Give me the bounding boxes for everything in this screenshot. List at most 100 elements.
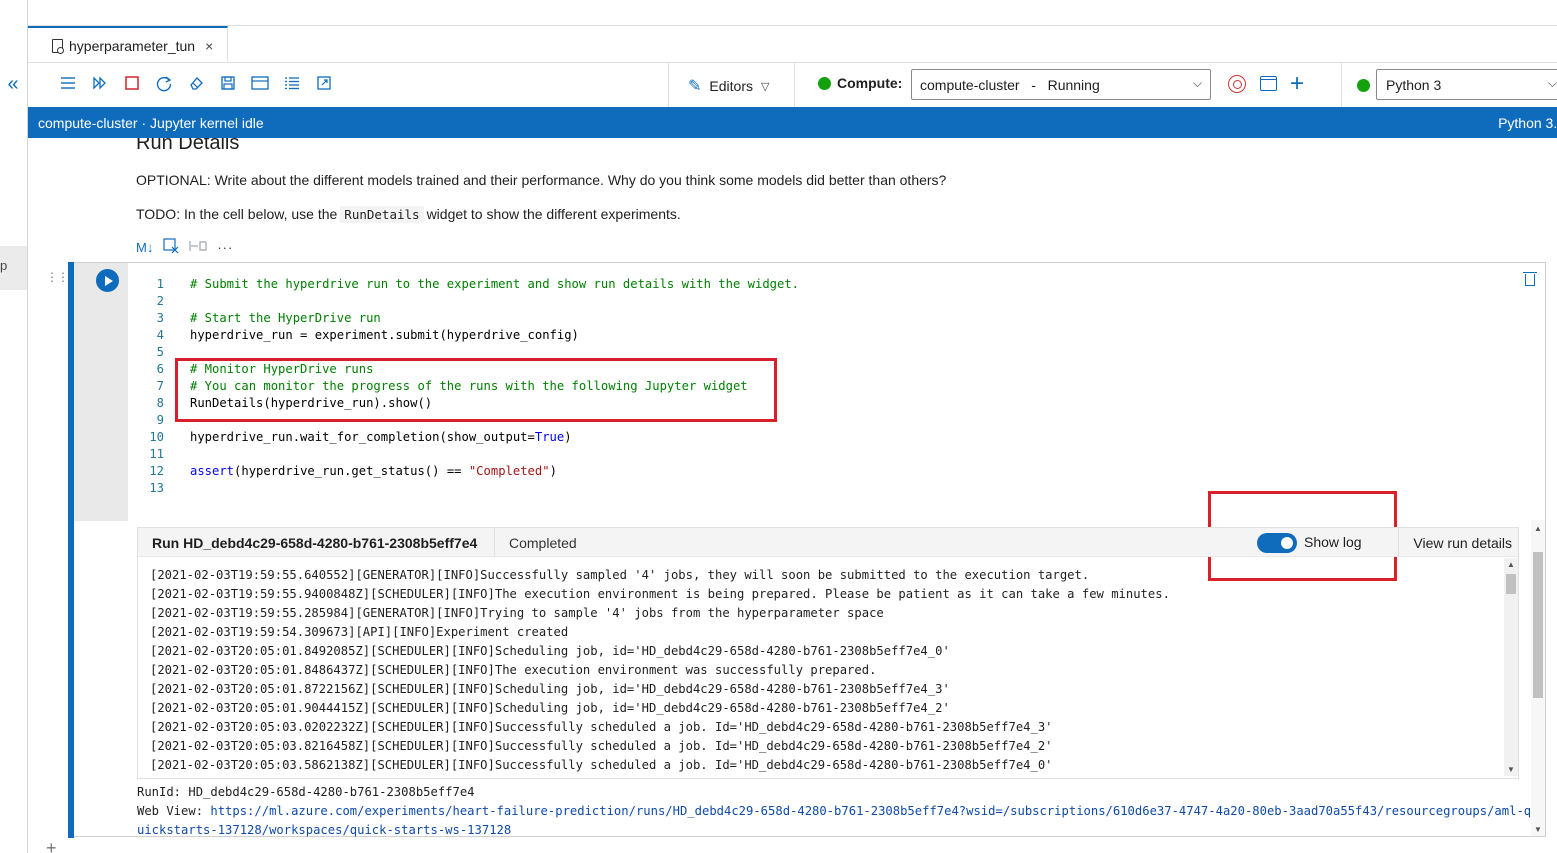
- log-line: [2021-02-03T19:59:55.9400848Z][SCHEDULER…: [150, 587, 1170, 601]
- notebook-content: Run Details OPTIONAL: Write about the di…: [28, 138, 1557, 853]
- interrupt-kernel-icon[interactable]: [122, 75, 142, 95]
- output-scrollbar[interactable]: ▲ ▼: [1531, 520, 1545, 836]
- code-line: 4 hyperdrive_run = experiment.submit(hype…: [156, 328, 579, 342]
- compute-label: Compute:: [837, 75, 903, 91]
- file-tab-label: hyperparameter_tun: [69, 37, 196, 54]
- left-rail: « p: [0, 0, 28, 853]
- variable-explorer-icon[interactable]: [250, 75, 270, 95]
- scroll-down-icon[interactable]: ▼: [1507, 765, 1515, 774]
- kernel-status-text: compute-cluster · Jupyter kernel idle: [38, 115, 264, 131]
- compute-select[interactable]: compute-cluster - Running ⌵: [911, 69, 1211, 100]
- todo-text: TODO: In the cell below, use the: [136, 206, 338, 222]
- kernel-select[interactable]: Python 3 ⌵: [1376, 69, 1557, 100]
- run-all-icon[interactable]: [90, 75, 110, 95]
- close-tab-icon[interactable]: ×: [205, 38, 213, 54]
- log-line: [2021-02-03T19:59:55.640552][GENERATOR][…: [150, 568, 1090, 582]
- scroll-up-icon[interactable]: ▲: [1507, 560, 1515, 569]
- markdown-paragraph: TODO: In the cell below, use the RunDetai…: [136, 206, 681, 223]
- compute-running-indicator: [818, 76, 831, 90]
- kernel-status-indicator: [1357, 79, 1370, 92]
- clear-cell-output-icon[interactable]: [163, 238, 179, 257]
- toolbar-divider: [1341, 63, 1342, 108]
- convert-to-markdown-button[interactable]: M↓: [136, 240, 153, 255]
- code-line: 12 assert(hyperdrive_run.get_status() == …: [149, 464, 557, 478]
- web-view-label: Web View:: [137, 804, 211, 818]
- editors-dropdown[interactable]: ✎ Editors ▽: [688, 74, 769, 98]
- code-line: 1 # Submit the hyperdrive run to the expe…: [156, 277, 800, 291]
- rail-item-label: p: [0, 258, 8, 273]
- log-scrollbar[interactable]: ▲ ▼: [1504, 558, 1518, 776]
- chevron-down-icon: ⌵: [1547, 76, 1557, 90]
- terminal-icon[interactable]: [1260, 76, 1277, 91]
- todo-text: widget to show the different experiments…: [426, 206, 681, 222]
- scrollbar-thumb[interactable]: [1506, 574, 1516, 594]
- tab-strip-top: [28, 0, 1557, 26]
- rail-item[interactable]: p: [0, 246, 27, 290]
- scroll-up-icon[interactable]: ▲: [1534, 524, 1542, 533]
- run-cell-button[interactable]: [96, 269, 119, 292]
- log-line: [2021-02-03T20:05:03.0202232Z][SCHEDULER…: [150, 720, 1053, 734]
- add-cell-icon[interactable]: +: [46, 838, 57, 853]
- kernel-status-bar: compute-cluster · Jupyter kernel idle Py…: [28, 107, 1557, 138]
- run-details-header: Run HD_debd4c29-658d-4280-b761-2308b5eff…: [138, 528, 1518, 557]
- more-options-icon[interactable]: ···: [217, 240, 233, 255]
- stop-compute-icon[interactable]: [1228, 75, 1246, 93]
- kernel-version-text: Python 3.6: [1498, 115, 1557, 131]
- scroll-down-icon[interactable]: ▼: [1534, 825, 1542, 834]
- code-line: 11: [149, 447, 164, 461]
- view-run-details-link[interactable]: View run details: [1398, 528, 1518, 557]
- chevron-down-icon: ▽: [760, 80, 770, 93]
- compute-select-value: compute-cluster - Running: [920, 76, 1100, 93]
- code-line: 10 hyperdrive_run.wait_for_completion(sho…: [149, 430, 572, 444]
- clear-outputs-icon[interactable]: [186, 75, 206, 95]
- log-line: [2021-02-03T19:59:55.285984][GENERATOR][…: [150, 606, 884, 620]
- run-status-badge: Completed: [494, 528, 577, 557]
- log-line: [2021-02-03T20:05:03.5862138Z][SCHEDULER…: [150, 758, 1053, 772]
- save-icon[interactable]: [218, 75, 238, 95]
- toolbar-divider: [794, 63, 795, 108]
- run-id-text: RunId: HD_debd4c29-658d-4280-b761-2308b5…: [137, 785, 475, 799]
- compute-status: Compute:: [818, 75, 902, 91]
- chevron-down-icon: ⌵: [1192, 76, 1202, 90]
- split-cell-icon[interactable]: [189, 239, 207, 256]
- open-in-new-icon[interactable]: [314, 75, 334, 95]
- notebook-file-icon: [52, 38, 64, 54]
- pencil-icon: ✎: [688, 78, 702, 95]
- log-line: [2021-02-03T20:05:01.8486437Z][SCHEDULER…: [150, 663, 877, 677]
- code-line: 3 # Start the HyperDrive run: [156, 311, 381, 325]
- markdown-paragraph: OPTIONAL: Write about the different mode…: [136, 172, 947, 188]
- cell-toolbar: M↓ ···: [130, 234, 239, 261]
- run-details-widget: Run HD_debd4c29-658d-4280-b761-2308b5eff…: [137, 527, 1519, 779]
- restart-kernel-icon[interactable]: [154, 75, 174, 95]
- web-view-line: Web View: https://ml.azure.com/experimen…: [137, 802, 1537, 840]
- show-log-label: Show log: [1304, 534, 1362, 550]
- outline-icon[interactable]: [282, 75, 302, 95]
- file-tab[interactable]: hyperparameter_tun ×: [28, 26, 228, 63]
- highlight-box: [175, 358, 777, 422]
- toolbar-divider: [668, 63, 669, 108]
- tab-strip: hyperparameter_tun ×: [28, 0, 1557, 63]
- drag-handle-icon[interactable]: ⋮⋮: [46, 270, 69, 284]
- log-line: [2021-02-03T20:05:01.8492085Z][SCHEDULER…: [150, 644, 950, 658]
- log-line: [2021-02-03T20:05:03.8216458Z][SCHEDULER…: [150, 739, 1053, 753]
- log-line: [2021-02-03T20:05:01.8722156Z][SCHEDULER…: [150, 682, 950, 696]
- show-log-toggle[interactable]: [1257, 533, 1297, 553]
- run-info: RunId: HD_debd4c29-658d-4280-b761-2308b5…: [137, 783, 1537, 840]
- scrollbar-thumb[interactable]: [1533, 552, 1543, 698]
- run-log: [2021-02-03T19:59:55.640552][GENERATOR][…: [150, 566, 1500, 776]
- inline-code: RunDetails: [340, 206, 424, 223]
- log-line: [2021-02-03T20:05:01.9044415Z][SCHEDULER…: [150, 701, 950, 715]
- code-cell[interactable]: 1 # Submit the hyperdrive run to the expe…: [68, 262, 1546, 840]
- collapse-sidebar-icon[interactable]: «: [3, 74, 23, 96]
- log-line: [2021-02-03T19:59:54.309673][API][INFO]E…: [150, 625, 569, 639]
- table-of-contents-icon[interactable]: [58, 75, 78, 95]
- kernel-select-value: Python 3: [1386, 76, 1442, 93]
- code-line: 2: [156, 294, 164, 308]
- cell-gutter: [74, 263, 128, 521]
- web-view-link[interactable]: https://ml.azure.com/experiments/heart-f…: [137, 804, 1531, 837]
- notebook-toolbar: ✎ Editors ▽ Compute: compute-cluster - R…: [28, 62, 1557, 108]
- add-compute-icon[interactable]: +: [1290, 72, 1304, 96]
- markdown-heading: Run Details: [136, 138, 240, 154]
- editors-label: Editors: [709, 78, 753, 94]
- run-title: Run HD_debd4c29-658d-4280-b761-2308b5eff…: [152, 535, 478, 551]
